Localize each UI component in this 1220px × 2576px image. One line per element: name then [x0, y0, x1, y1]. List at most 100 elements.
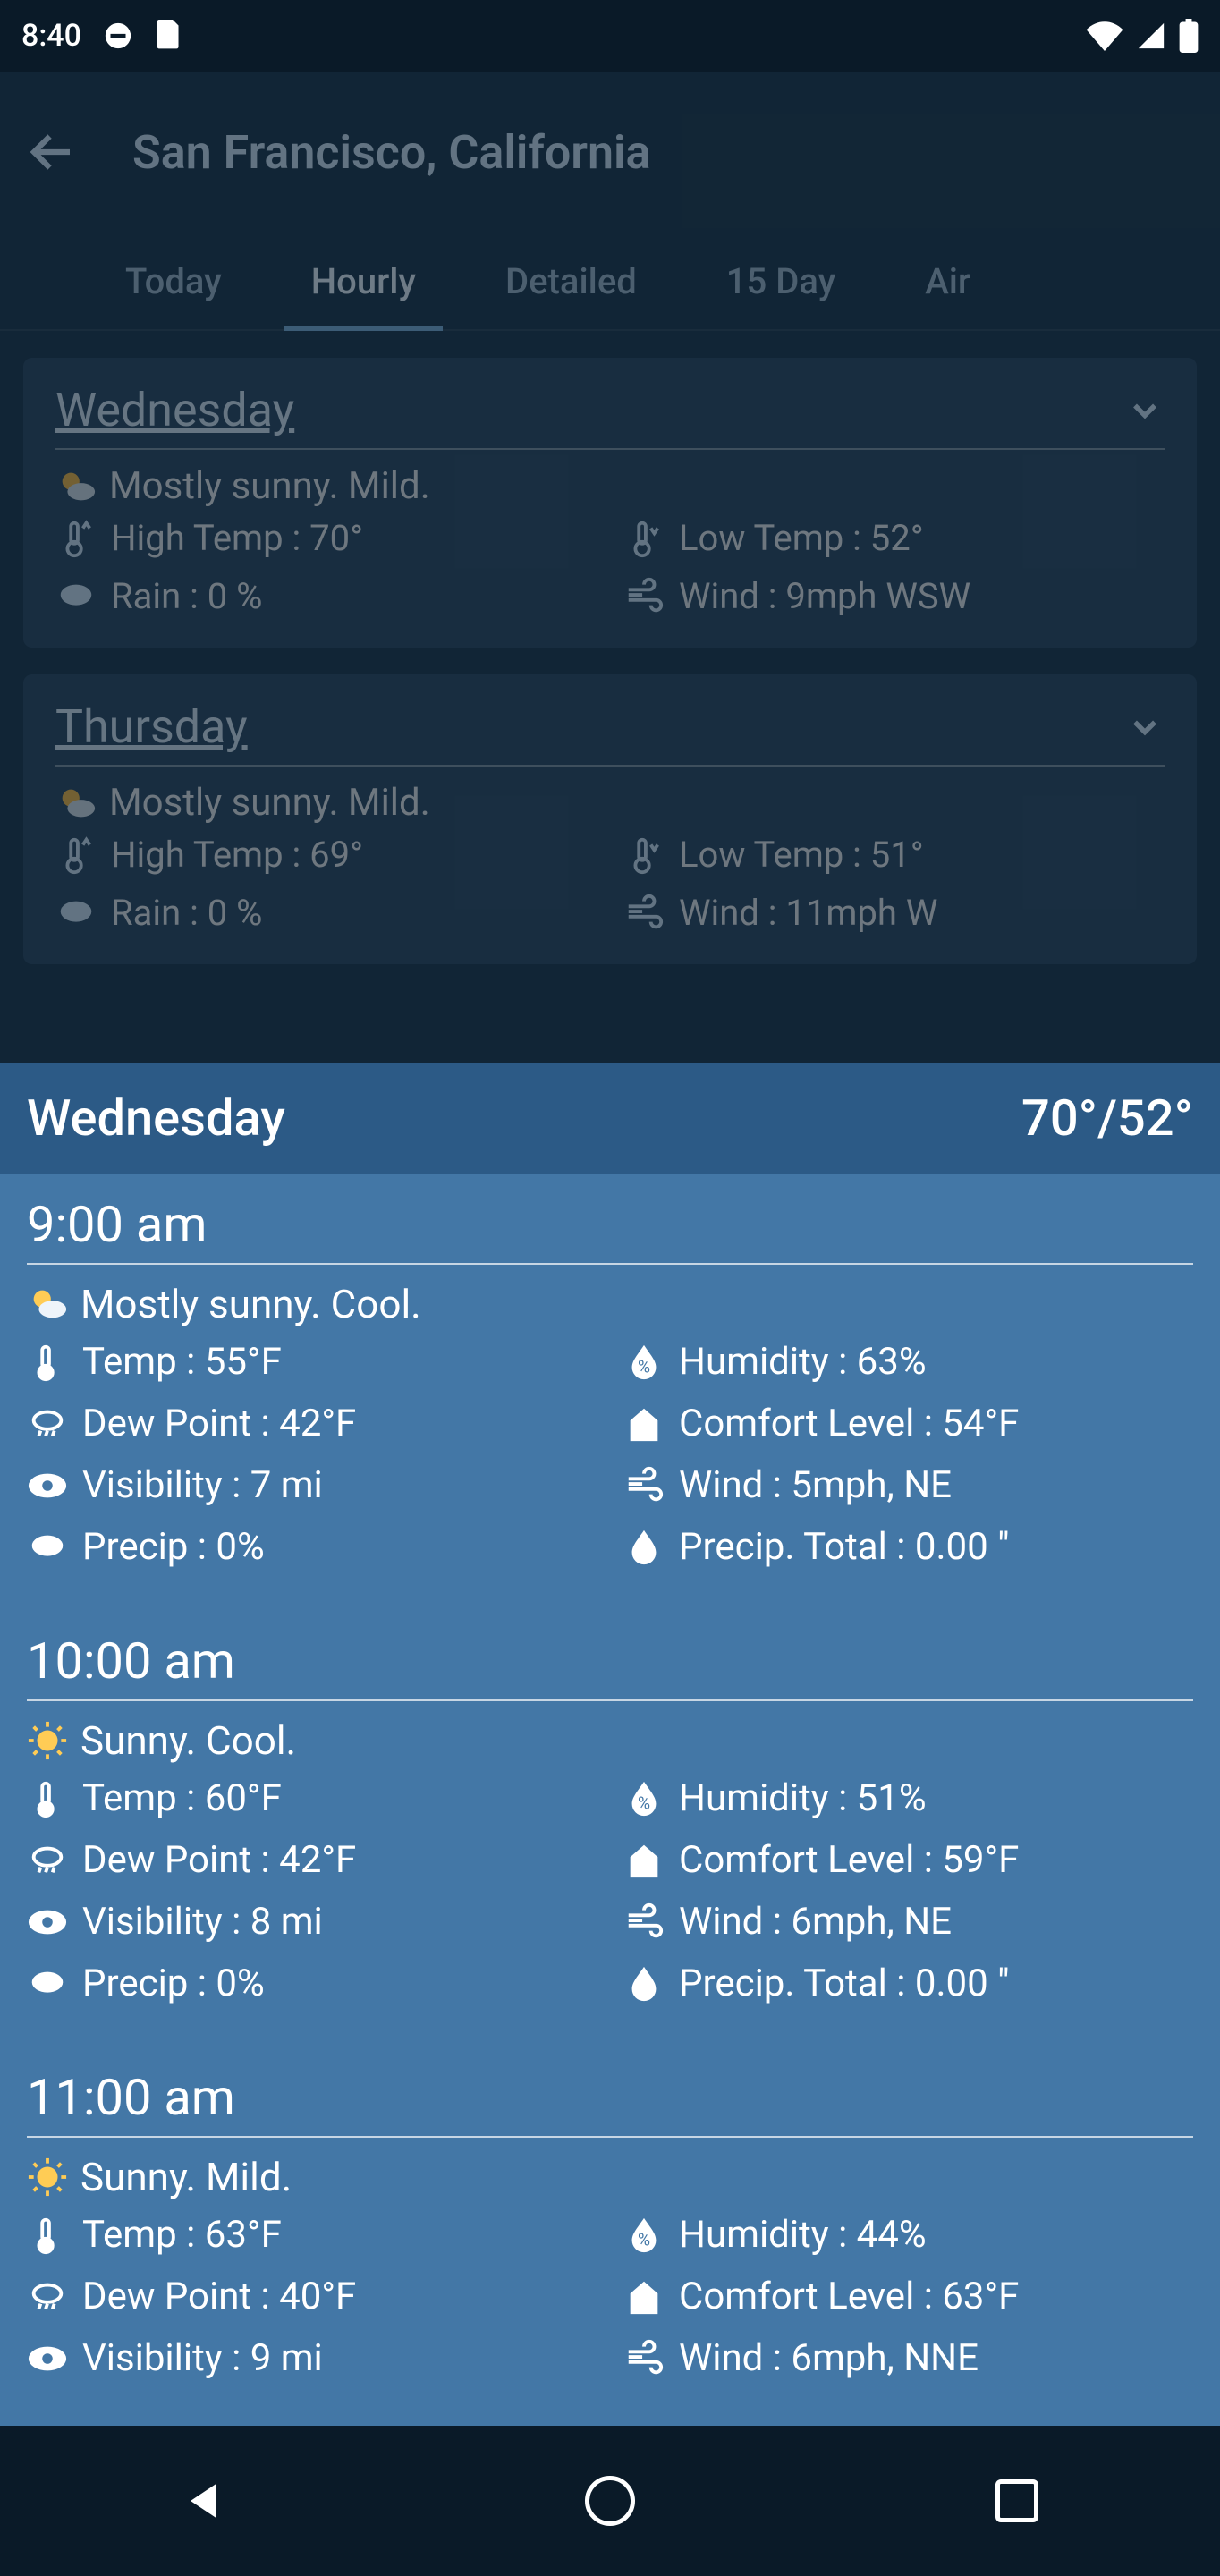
comfort-icon — [623, 1840, 665, 1881]
wind-icon — [623, 1902, 665, 1943]
vis: Visibility : 8 mi — [82, 1900, 323, 1944]
humidity: Humidity : 63% — [679, 1340, 927, 1384]
day-summary: Mostly sunny. Mild. — [109, 464, 430, 508]
hour-time: 11:00 am — [27, 2068, 1193, 2138]
dewpoint-icon — [27, 1840, 68, 1881]
mostly-sunny-icon — [55, 783, 97, 824]
precip-icon — [27, 1527, 68, 1568]
humidity: Humidity : 44% — [679, 2213, 927, 2257]
battery-icon — [1179, 19, 1199, 53]
precip-icon — [27, 1963, 68, 2004]
vis: Visibility : 9 mi — [82, 2336, 323, 2380]
dew: Dew Point : 40°F — [82, 2275, 356, 2318]
comfort-icon — [623, 1403, 665, 1445]
thermometer-icon — [27, 2215, 68, 2256]
comfort: Comfort Level : 54°F — [679, 1402, 1019, 1445]
visibility-icon — [27, 1465, 68, 1506]
hour-block: 11:00 am Sunny. Mild. Temp : 63°F % Humid… — [0, 2046, 1220, 2421]
wind-icon — [623, 2338, 665, 2379]
thermometer-up-icon — [55, 835, 97, 876]
svg-text:%: % — [638, 2229, 650, 2250]
sheet-hilow: 70°/52° — [1021, 1089, 1193, 1148]
android-status-bar: 8:40 — [0, 0, 1220, 72]
wind: Wind : 6mph, NE — [679, 1900, 952, 1944]
nav-back-button[interactable] — [167, 2465, 239, 2537]
svg-text:%: % — [638, 1792, 650, 1813]
low-temp: Low Temp : 52° — [679, 517, 924, 559]
tab-15day[interactable]: 15 Day — [682, 260, 880, 329]
dewpoint-icon — [27, 2276, 68, 2318]
nav-recents-button[interactable] — [981, 2465, 1053, 2537]
day-card-title: Wednesday — [55, 383, 294, 437]
high-temp: High Temp : 70° — [111, 517, 363, 559]
humidity-icon: % — [623, 1342, 665, 1383]
low-temp: Low Temp : 51° — [679, 834, 924, 876]
tab-hourly[interactable]: Hourly — [267, 260, 461, 329]
dnd-icon — [103, 21, 133, 51]
tab-air[interactable]: Air — [880, 260, 1015, 329]
comfort-icon — [623, 2276, 665, 2318]
chevron-down-icon — [1125, 391, 1165, 430]
hour-summary-text: Sunny. Cool. — [80, 1717, 296, 1764]
wind-icon — [623, 576, 665, 617]
tab-detailed[interactable]: Detailed — [461, 260, 682, 329]
day-card-title: Thursday — [55, 699, 248, 754]
sheet-day-title: Wednesday — [27, 1089, 285, 1148]
hour-summary-text: Sunny. Mild. — [80, 2154, 292, 2200]
page-title: San Francisco, California — [132, 125, 650, 180]
hour-time: 10:00 am — [27, 1631, 1193, 1701]
app-header: San Francisco, California — [0, 72, 1220, 233]
wind-icon — [623, 1465, 665, 1506]
precip-total-icon — [623, 1527, 665, 1568]
chevron-down-icon — [1125, 708, 1165, 747]
hour-time: 9:00 am — [27, 1195, 1193, 1265]
rain-cloud-icon — [55, 576, 97, 617]
thermometer-icon — [27, 1778, 68, 1819]
sunny-icon — [27, 1720, 68, 1761]
android-navigation-bar — [0, 2426, 1220, 2576]
tab-bar: Today Hourly Detailed 15 Day Air — [0, 233, 1220, 331]
comfort: Comfort Level : 63°F — [679, 2275, 1019, 2318]
temp: Temp : 60°F — [82, 1776, 282, 1820]
precip: Precip : 0% — [82, 1525, 265, 1569]
hour-block: 10:00 am Sunny. Cool. Temp : 60°F % Humid… — [0, 1610, 1220, 2046]
tab-today[interactable]: Today — [80, 260, 267, 329]
wind-text: Wind : 9mph WSW — [679, 575, 970, 617]
precip-total-icon — [623, 1963, 665, 2004]
wind: Wind : 5mph, NE — [679, 1463, 952, 1507]
day-card-thursday[interactable]: Thursday Mostly sunny. Mild. High Temp :… — [23, 674, 1197, 964]
sheet-header: Wednesday 70°/52° — [0, 1063, 1220, 1174]
dewpoint-icon — [27, 1403, 68, 1445]
precip: Precip : 0% — [82, 1962, 265, 2005]
day-summary: Mostly sunny. Mild. — [109, 781, 430, 825]
background-dimmed-layer: San Francisco, California Today Hourly D… — [0, 72, 1220, 1063]
status-time: 8:40 — [21, 18, 81, 54]
hour-block: 9:00 am Mostly sunny. Cool. Temp : 55°F … — [0, 1174, 1220, 1610]
nav-home-button[interactable] — [574, 2465, 646, 2537]
comfort: Comfort Level : 59°F — [679, 1838, 1019, 1882]
precip-total: Precip. Total : 0.00 " — [679, 1525, 1010, 1569]
back-button[interactable] — [25, 125, 79, 179]
temp: Temp : 63°F — [82, 2213, 282, 2257]
rain-pct: Rain : 0 % — [111, 575, 262, 617]
rain-cloud-icon — [55, 893, 97, 934]
humidity-icon: % — [623, 1778, 665, 1819]
cell-signal-icon — [1136, 21, 1166, 51]
rain-pct: Rain : 0 % — [111, 892, 262, 934]
mostly-sunny-icon — [55, 466, 97, 507]
thermometer-down-icon — [623, 518, 665, 559]
high-temp: High Temp : 69° — [111, 834, 363, 876]
visibility-icon — [27, 1902, 68, 1943]
sd-card-icon — [155, 20, 182, 52]
mostly-sunny-icon — [27, 1284, 68, 1325]
svg-text:%: % — [638, 1356, 650, 1377]
thermometer-up-icon — [55, 518, 97, 559]
precip-total: Precip. Total : 0.00 " — [679, 1962, 1010, 2005]
day-card-wednesday[interactable]: Wednesday Mostly sunny. Mild. High Temp … — [23, 358, 1197, 648]
vis: Visibility : 7 mi — [82, 1463, 323, 1507]
wind: Wind : 6mph, NNE — [679, 2336, 979, 2380]
wifi-icon — [1086, 21, 1123, 51]
temp: Temp : 55°F — [82, 1340, 282, 1384]
humidity: Humidity : 51% — [679, 1776, 927, 1820]
hourly-bottom-sheet[interactable]: Wednesday 70°/52° 9:00 am Mostly sunny. … — [0, 1063, 1220, 2426]
